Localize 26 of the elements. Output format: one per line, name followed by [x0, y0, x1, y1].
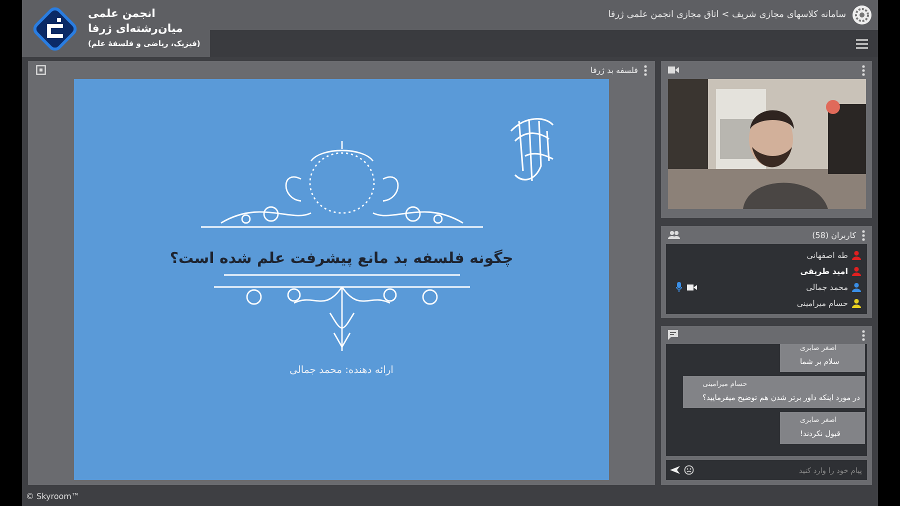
more-icon[interactable]: [644, 64, 647, 76]
user-name[interactable]: امید طریقی: [800, 266, 848, 276]
menu-icon[interactable]: [856, 38, 868, 48]
more-icon[interactable]: [862, 230, 865, 240]
presentation-title: فلسفه بد ژرفا: [590, 66, 638, 74]
users-icon: [668, 231, 680, 239]
breadcrumb[interactable]: سامانه کلاسهای مجازی شریف > اتاق مجازی انجمن علمی ژرفا: [608, 10, 846, 20]
slide-heading: چگونه فلسفه بد مانع پیشرفت علم شده است؟: [170, 249, 514, 267]
microphone-icon[interactable]: [676, 282, 682, 292]
slide-presenter: ارائه دهنده: محمد جمالی: [290, 365, 394, 376]
camera-icon: [668, 66, 679, 74]
user-name[interactable]: طه اصفهانی: [806, 250, 848, 260]
camera-icon[interactable]: [687, 284, 697, 290]
copyright-text: © Skyroom™: [26, 492, 80, 501]
more-icon[interactable]: [862, 64, 865, 76]
brand-title: انجمن علمی: [88, 6, 156, 21]
emoji-icon[interactable]: [684, 465, 694, 475]
chat-icon: [668, 330, 678, 340]
brand-title: میان‌رشته‌ای ژرفا: [88, 21, 183, 36]
user-name[interactable]: حسام میرامینی: [796, 298, 848, 308]
presentation-icon[interactable]: [36, 65, 46, 75]
more-icon[interactable]: [862, 330, 865, 340]
users-title: کاربران (58): [812, 230, 856, 240]
emblem-icon: [852, 5, 872, 25]
send-icon[interactable]: [670, 466, 680, 474]
user-name[interactable]: محمد جمالی: [806, 282, 848, 292]
